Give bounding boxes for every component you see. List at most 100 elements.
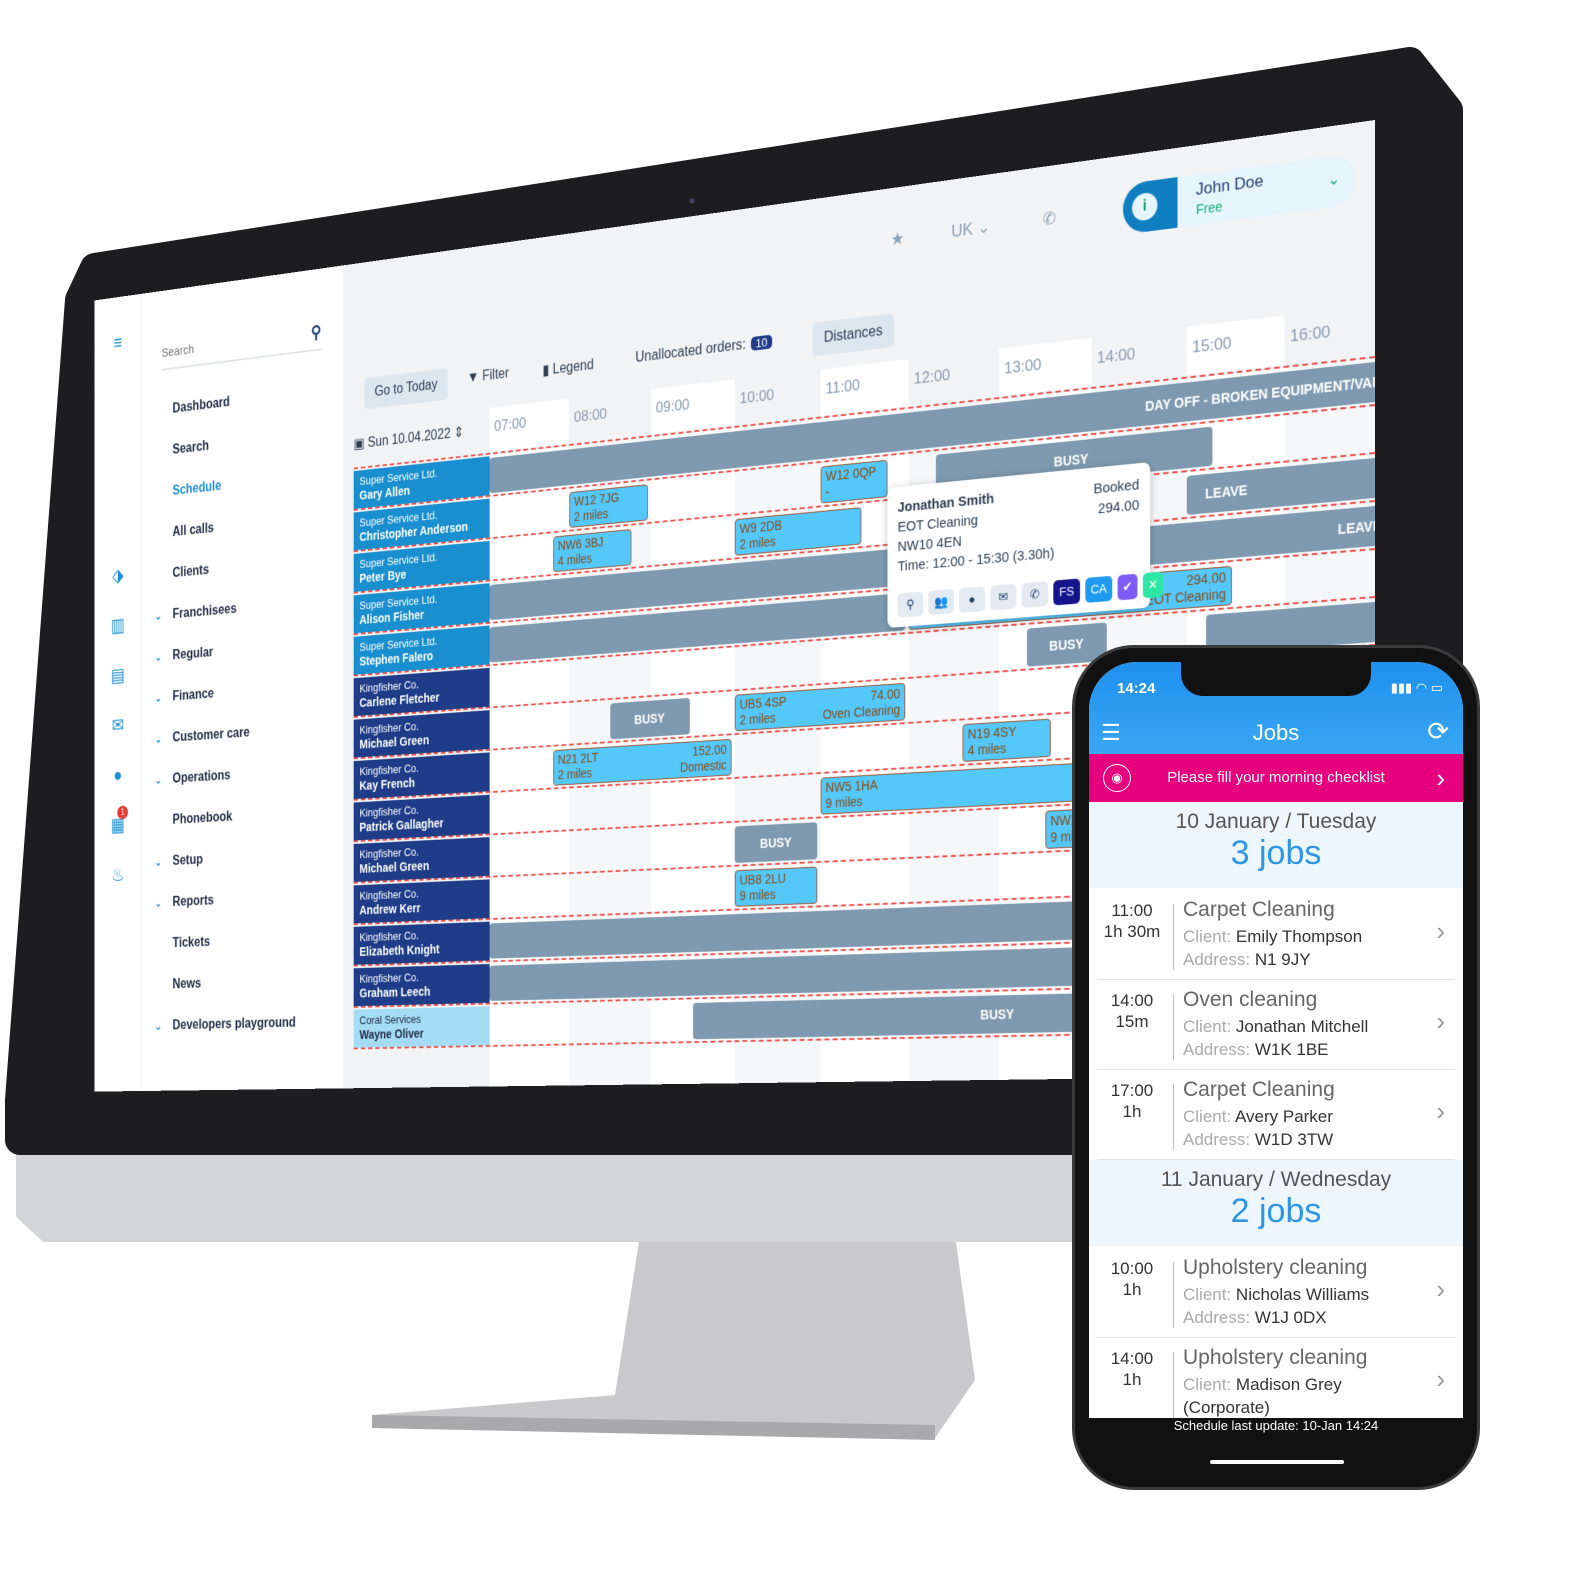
busy-block[interactable]: BUSY	[609, 697, 690, 740]
chevron-down-icon: ⌄	[154, 692, 162, 705]
team-icon[interactable]: 👥	[928, 588, 954, 616]
job-list-item[interactable]: 14:00 15m Oven cleaning Client: Jonathan Mi…	[1097, 980, 1455, 1070]
divider	[1173, 904, 1174, 970]
star-icon[interactable]: ★	[891, 228, 905, 249]
filter-button[interactable]: ▼ Filter	[467, 366, 509, 387]
schedule-last-update: Schedule last update: 10-Jan 14:24	[1173, 1418, 1379, 1433]
nav-item-franchisees[interactable]: ⌄ Franchisees	[155, 598, 237, 627]
job-address: (Corporate)	[1183, 1398, 1270, 1418]
nav-item-regular[interactable]: ⌄ Regular	[155, 642, 213, 669]
company-name: Kingfisher Co.	[359, 928, 419, 944]
sync-icon[interactable]: ⟳	[1427, 716, 1449, 747]
job-card[interactable]: UB8 2LU 9 miles	[734, 866, 818, 907]
resource-label[interactable]: Kingfisher Co. Graham Leech	[353, 963, 490, 1007]
chevron-down-icon: ⌄	[154, 610, 162, 623]
client-name: Nicholas Williams	[1235, 1285, 1370, 1304]
job-list-item[interactable]: 14:00 1h Upholstery cleaning Client: Madiso…	[1097, 1338, 1455, 1418]
clipboard-icon[interactable]: ▦ 1	[108, 805, 128, 838]
nav-item-dashboard[interactable]: Dashboard	[155, 391, 229, 422]
nav-item-setup[interactable]: ⌄ Setup	[155, 849, 203, 873]
mail-icon[interactable]: ✉	[108, 712, 128, 738]
nav-item-label: Search	[172, 438, 209, 458]
status-toggle[interactable]: i	[1123, 177, 1178, 235]
job-start: 14:00	[1110, 1349, 1154, 1368]
company-name: Kingfisher Co.	[359, 886, 419, 903]
resource-label[interactable]: Kingfisher Co. Elizabeth Knight	[353, 921, 490, 965]
nav-item-customer-care[interactable]: ⌄ Customer care	[155, 722, 250, 750]
resource-label[interactable]: Kingfisher Co. Andrew Kerr	[353, 879, 490, 924]
job-list-item[interactable]: 11:00 1h 30m Carpet Cleaning Client: Emily …	[1097, 890, 1455, 980]
distances-button[interactable]: Distances	[812, 313, 895, 357]
day-header: 11 January / Wednesday 2 jobs	[1089, 1160, 1463, 1246]
chevron-down-icon: ⌄	[154, 897, 162, 910]
confirm-icon[interactable]: ✔	[1117, 573, 1138, 601]
language-label: UK	[951, 219, 973, 242]
day-job-count: 3 jobs	[1230, 834, 1322, 872]
client-label: Client:	[1183, 927, 1232, 946]
job-card[interactable]: W12 7JG 2 miles	[569, 484, 648, 528]
nav-item-schedule[interactable]: Schedule	[155, 475, 221, 504]
divider	[1173, 1084, 1174, 1150]
job-card[interactable]: NW6 3BJ 4 miles	[553, 529, 632, 573]
search-input[interactable]	[161, 319, 294, 369]
go-to-today-button[interactable]: Go to Today	[364, 368, 448, 410]
nav-item-operations[interactable]: ⌄ Operations	[155, 765, 231, 792]
nav-item-finance[interactable]: ⌄ Finance	[155, 683, 214, 709]
busy-label: BUSY	[759, 834, 792, 851]
nav-item-news[interactable]: News	[155, 973, 201, 996]
resource-label[interactable]: Coral Services Wayne Oliver	[353, 1006, 490, 1048]
mail-icon[interactable]: ✉	[990, 583, 1017, 611]
chat-icon[interactable]: ●	[959, 586, 986, 613]
chart-icon[interactable]: ▥	[108, 612, 128, 639]
resource-label[interactable]: Kingfisher Co. Michael Green	[353, 837, 490, 882]
nav-item-all-calls[interactable]: All calls	[155, 518, 214, 546]
job-address: Address: W1K 1BE	[1183, 1040, 1329, 1060]
home-indicator[interactable]	[1210, 1460, 1344, 1464]
checklist-banner[interactable]: ◉ Please fill your morning checklist ›	[1089, 754, 1463, 802]
book-icon[interactable]: ▤	[108, 662, 128, 689]
unallocated-orders[interactable]: Unallocated orders: 10	[635, 334, 773, 367]
chat-icon[interactable]: ●	[108, 762, 128, 788]
nav-item-phonebook[interactable]: Phonebook	[155, 806, 232, 832]
search-icon[interactable]: ⚲	[897, 591, 924, 618]
nav-item-reports[interactable]: ⌄ Reports	[155, 890, 214, 914]
cancel-icon[interactable]: ✕	[1142, 571, 1163, 599]
hour-label: 08:00	[573, 404, 607, 426]
job-card[interactable]: N19 4SY 4 miles	[962, 718, 1051, 762]
phone-screen: 14:24 ▮▮▮ ◠ ▭ ☰ Jobs ⟳ ◉ Please fill you…	[1089, 662, 1463, 1418]
address-value: W1J 0DX	[1254, 1308, 1327, 1327]
calendar-icon[interactable]: ▣	[354, 436, 368, 452]
fire-icon[interactable]: ♨	[108, 862, 128, 888]
date-stepper-icon[interactable]: ⇕	[454, 425, 464, 441]
nav-sidebar: ⚲ Dashboard Search Schedule All calls Client…	[141, 265, 343, 1092]
job-time: 10:00 1h	[1097, 1258, 1167, 1300]
job-card[interactable]: W12 0QP -	[820, 459, 888, 504]
nav-item-tickets[interactable]: Tickets	[155, 931, 210, 955]
search-icon[interactable]: ⚲	[311, 321, 321, 344]
nav-item-developers-playground[interactable]: ⌄ Developers playground	[155, 1012, 296, 1037]
nav-item-clients[interactable]: Clients	[155, 559, 208, 586]
job-service: Upholstery cleaning	[1183, 1346, 1368, 1369]
nav-item-label: All calls	[172, 520, 214, 540]
nav-item-search[interactable]: Search	[155, 435, 209, 463]
info-icon: i	[1132, 191, 1158, 222]
address-value: W1K 1BE	[1254, 1040, 1329, 1059]
phone-icon[interactable]: ✆	[1021, 581, 1049, 609]
job-duration: 1h	[1122, 1370, 1142, 1389]
camera	[689, 198, 695, 204]
popup-amount: 294.00	[1097, 497, 1140, 518]
unallocated-label: Unallocated orders:	[635, 336, 746, 366]
fs-badge[interactable]: FS	[1053, 578, 1080, 606]
nav-search: ⚲	[161, 315, 322, 371]
link-icon[interactable]: ⬗	[108, 562, 128, 589]
menu-icon[interactable]: ≡	[108, 329, 128, 357]
language-select[interactable]: UK ⌄	[951, 217, 990, 242]
busy-block[interactable]: BUSY	[734, 822, 818, 863]
user-menu[interactable]: i John Doe Free ⌄	[1123, 152, 1356, 235]
chevron-down-icon[interactable]: ⌄	[1328, 169, 1341, 191]
job-list-item[interactable]: 10:00 1h Upholstery cleaning Client: Nichol…	[1097, 1248, 1455, 1338]
legend-button[interactable]: ▮ Legend	[543, 355, 594, 379]
ca-badge[interactable]: CA	[1085, 575, 1113, 603]
job-list-item[interactable]: 17:00 1h Carpet Cleaning Client: Avery Park…	[1097, 1070, 1455, 1160]
phone-icon[interactable]: ✆	[1043, 208, 1056, 230]
